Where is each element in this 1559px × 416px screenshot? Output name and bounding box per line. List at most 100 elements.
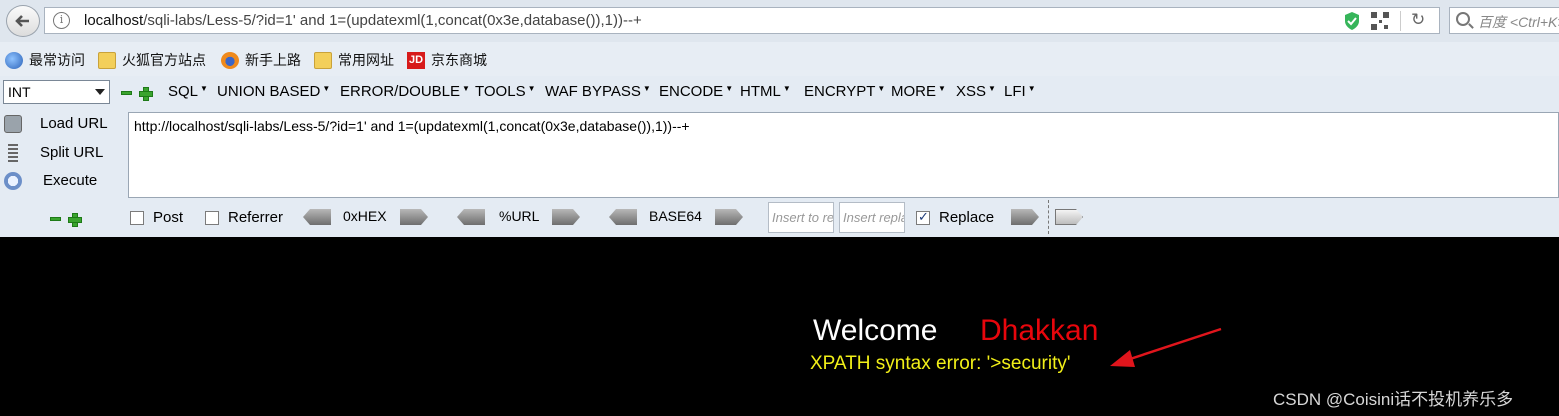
reload-icon[interactable]: ↻ bbox=[1411, 10, 1425, 30]
caret-icon: ▼ bbox=[200, 84, 208, 93]
caret-icon: ▼ bbox=[642, 84, 651, 93]
menu-waf-bypass[interactable]: WAF BYPASS ▼ bbox=[545, 83, 651, 100]
menu-lfi[interactable]: LFI ▼ bbox=[1004, 83, 1036, 100]
minus-icon[interactable] bbox=[50, 217, 61, 221]
load-icon bbox=[4, 115, 22, 133]
jd-icon: JD bbox=[407, 51, 425, 69]
watermark: CSDN @Coisini话不投机养乐多 bbox=[1273, 390, 1514, 409]
shield-icon[interactable] bbox=[1343, 11, 1361, 31]
url-textarea[interactable]: http://localhost/sqli-labs/Less-5/?id=1'… bbox=[128, 112, 1559, 198]
plus-icon[interactable] bbox=[68, 213, 82, 227]
menu-error-double[interactable]: ERROR/DOUBLE ▼ bbox=[340, 83, 470, 100]
menu-encode[interactable]: ENCODE ▼ bbox=[659, 83, 733, 100]
url-path: /sqli-labs/Less-5/?id=1' and 1=(updatexm… bbox=[143, 12, 642, 29]
caret-icon: ▼ bbox=[1027, 84, 1036, 93]
url-encode-button[interactable] bbox=[552, 209, 580, 225]
hackbar-panel: INT SQL ▼ UNION BASED ▼ ERROR/DOUBLE ▼ TOOL… bbox=[0, 76, 1559, 237]
replace-button[interactable] bbox=[1011, 209, 1039, 225]
error-message: XPATH syntax error: '>security' bbox=[810, 353, 1071, 374]
caret-icon: ▼ bbox=[322, 84, 331, 93]
menu-encrypt[interactable]: ENCRYPT ▼ bbox=[804, 83, 885, 100]
navigation-bar: i localhost/sqli-labs/Less-5/?id=1' and … bbox=[0, 0, 1559, 42]
split-icon bbox=[8, 144, 18, 162]
hex-encode-button[interactable] bbox=[400, 209, 428, 225]
menu-html[interactable]: HTML ▼ bbox=[740, 83, 791, 100]
page-content: Welcome Dhakkan XPATH syntax error: '>se… bbox=[0, 237, 1559, 416]
load-url-label: Load URL bbox=[40, 115, 108, 132]
red-arrow-annotation bbox=[1110, 327, 1222, 367]
bookmark-label: 京东商城 bbox=[431, 52, 487, 68]
type-select[interactable]: INT bbox=[3, 80, 110, 104]
menu-label: MORE bbox=[891, 83, 936, 100]
menu-label: WAF BYPASS bbox=[545, 83, 641, 100]
bookmarks-toolbar: 最常访问 火狐官方站点 新手上路 常用网址 JD 京东商城 bbox=[0, 42, 1559, 76]
url-decode-button[interactable] bbox=[457, 209, 485, 225]
back-button[interactable] bbox=[6, 5, 40, 37]
type-select-value: INT bbox=[8, 84, 31, 100]
firefox-icon bbox=[221, 51, 239, 69]
address-text[interactable]: localhost/sqli-labs/Less-5/?id=1' and 1=… bbox=[84, 12, 642, 29]
minus-icon[interactable] bbox=[121, 91, 132, 95]
caret-icon: ▼ bbox=[725, 84, 734, 93]
url-host: localhost bbox=[84, 12, 144, 29]
info-icon[interactable]: i bbox=[53, 12, 70, 29]
menu-label: ENCRYPT bbox=[804, 83, 876, 100]
caret-icon: ▼ bbox=[877, 84, 886, 93]
base64-encode-button[interactable] bbox=[715, 209, 743, 225]
caret-icon: ▼ bbox=[782, 84, 791, 93]
address-bar[interactable]: i localhost/sqli-labs/Less-5/?id=1' and … bbox=[44, 7, 1440, 34]
qr-code-icon[interactable] bbox=[1371, 12, 1389, 30]
menu-label: UNION BASED bbox=[217, 83, 321, 100]
referrer-toggle[interactable]: Referrer bbox=[205, 209, 283, 226]
search-bar[interactable]: 百度 <Ctrl+K> bbox=[1449, 7, 1559, 34]
replace-toggle[interactable]: Replace bbox=[916, 209, 994, 226]
caret-icon: ▼ bbox=[988, 84, 996, 93]
folder-icon bbox=[98, 51, 116, 69]
bookmark-firefox-site[interactable]: 火狐官方站点 bbox=[98, 50, 206, 70]
bookmark-common-sites[interactable]: 常用网址 bbox=[314, 50, 394, 70]
execute-label: Execute bbox=[43, 172, 98, 189]
plus-icon[interactable] bbox=[139, 87, 153, 101]
chevron-down-icon bbox=[95, 89, 105, 95]
replace-checkbox[interactable] bbox=[916, 209, 930, 225]
folder-icon bbox=[314, 51, 332, 69]
bottom-zoom-controls bbox=[50, 213, 82, 227]
play-icon bbox=[4, 172, 22, 190]
menu-more[interactable]: MORE ▼ bbox=[891, 83, 946, 100]
menu-xss[interactable]: XSS ▼ bbox=[956, 83, 996, 100]
insert-to-replace-input[interactable]: Insert to replace bbox=[768, 202, 834, 233]
referrer-label: Referrer bbox=[228, 209, 284, 226]
bookmark-label: 火狐官方站点 bbox=[122, 52, 206, 68]
split-url-button[interactable]: Split URL bbox=[0, 140, 125, 166]
back-arrow-icon bbox=[15, 15, 29, 27]
bookmark-getting-started[interactable]: 新手上路 bbox=[221, 50, 301, 70]
menu-label: SQL bbox=[168, 83, 199, 100]
menu-union-based[interactable]: UNION BASED ▼ bbox=[217, 83, 330, 100]
base64-decode-button[interactable] bbox=[609, 209, 637, 225]
split-url-label: Split URL bbox=[40, 144, 104, 161]
post-checkbox[interactable] bbox=[130, 210, 144, 225]
bookmark-jd[interactable]: JD 京东商城 bbox=[407, 50, 487, 70]
user-name: Dhakkan bbox=[980, 314, 1099, 347]
post-label: Post bbox=[153, 209, 184, 226]
search-placeholder: 百度 <Ctrl+K> bbox=[1478, 14, 1559, 30]
insert-replacing-input[interactable]: Insert replacing string bbox=[839, 202, 905, 233]
menu-label: XSS bbox=[956, 83, 987, 100]
base64-label: BASE64 bbox=[649, 208, 702, 224]
referrer-checkbox[interactable] bbox=[205, 210, 219, 225]
url-encoding-label: %URL bbox=[499, 208, 540, 224]
replace-all-button[interactable] bbox=[1055, 209, 1083, 225]
post-toggle[interactable]: Post bbox=[130, 209, 183, 226]
hex-decode-button[interactable] bbox=[303, 209, 331, 225]
load-url-button[interactable]: Load URL bbox=[0, 111, 125, 137]
bookmark-label: 常用网址 bbox=[338, 52, 394, 68]
menu-label: LFI bbox=[1004, 83, 1026, 100]
menu-label: ENCODE bbox=[659, 83, 724, 100]
menu-tools[interactable]: TOOLS ▼ bbox=[475, 83, 536, 100]
bookmark-most-visited[interactable]: 最常访问 bbox=[5, 50, 85, 70]
execute-button[interactable]: Execute bbox=[0, 168, 125, 194]
bookmark-label: 新手上路 bbox=[245, 52, 301, 68]
divider bbox=[1048, 200, 1049, 234]
menu-sql[interactable]: SQL ▼ bbox=[168, 83, 208, 100]
zoom-controls bbox=[121, 87, 153, 101]
